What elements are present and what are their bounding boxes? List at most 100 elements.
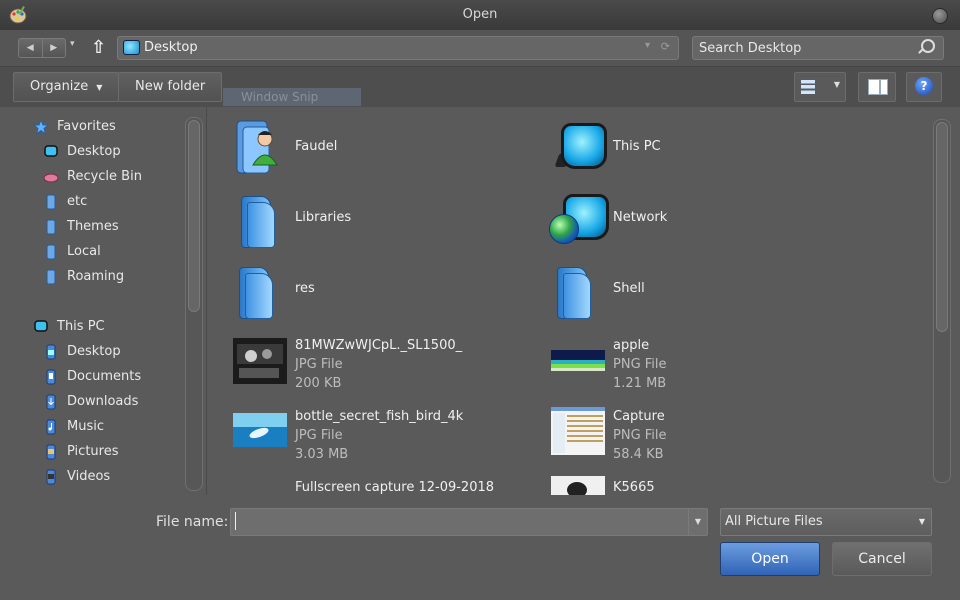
file-type: PNG File bbox=[613, 428, 667, 443]
navigation-pane: Favorites Desktop Recycle Bin etc Themes… bbox=[0, 107, 207, 495]
folder-icon bbox=[46, 219, 56, 235]
search-icon[interactable] bbox=[921, 39, 935, 53]
sidebar-item-label: Downloads bbox=[67, 394, 139, 409]
refresh-icon[interactable]: ⟳ bbox=[661, 40, 670, 53]
list-item-k5665[interactable]: K5665 bbox=[549, 476, 809, 495]
search-box[interactable] bbox=[692, 36, 944, 60]
list-item-apple[interactable]: apple PNG File 1.21 MB bbox=[549, 334, 809, 394]
globe-icon bbox=[549, 214, 579, 244]
network-icon bbox=[549, 188, 609, 248]
file-name: Shell bbox=[613, 281, 645, 296]
back-forward-group: ◀ ▶ bbox=[18, 38, 66, 58]
downloads-folder-icon bbox=[46, 394, 56, 410]
new-folder-button[interactable]: New folder bbox=[118, 72, 223, 102]
change-view-button[interactable]: ▼ bbox=[794, 72, 846, 102]
list-item-fullscreen-capture[interactable]: Fullscreen capture 12-09-2018 bbox=[231, 476, 511, 495]
search-input[interactable] bbox=[699, 39, 909, 57]
file-list: Faudel This PC Libraries Network res She… bbox=[207, 107, 960, 495]
file-name: res bbox=[295, 281, 315, 296]
sidebar-item-label: Desktop bbox=[67, 144, 121, 159]
chevron-down-icon: ▼ bbox=[96, 83, 103, 92]
image-thumbnail bbox=[233, 338, 287, 384]
preview-pane-button[interactable] bbox=[858, 72, 896, 102]
file-type: JPG File bbox=[295, 357, 343, 372]
file-name-combobox[interactable]: ▼ bbox=[230, 508, 708, 536]
desktop-icon bbox=[44, 145, 58, 157]
list-item-bottle-secret[interactable]: bottle_secret_fish_bird_4k JPG File 3.03… bbox=[231, 405, 511, 465]
sidebar-item-label: etc bbox=[67, 194, 88, 209]
list-item-shell[interactable]: Shell bbox=[549, 259, 809, 319]
file-name-label: File name: bbox=[156, 514, 229, 530]
file-size: 3.03 MB bbox=[295, 447, 349, 462]
list-item-faudel[interactable]: Faudel bbox=[231, 117, 491, 177]
file-name: Faudel bbox=[295, 139, 338, 154]
sidebar-item-label: Local bbox=[67, 244, 101, 259]
forward-button[interactable]: ▶ bbox=[41, 39, 66, 57]
help-button[interactable]: ? bbox=[906, 72, 942, 102]
navigation-scrollbar[interactable] bbox=[185, 117, 203, 491]
view-list-icon bbox=[801, 80, 815, 94]
filter-label: All Picture Files bbox=[725, 514, 823, 529]
folder-shape bbox=[235, 190, 283, 248]
file-list-scrollbar[interactable] bbox=[933, 119, 951, 483]
folder-front bbox=[563, 273, 591, 319]
folder-front bbox=[247, 202, 275, 248]
preview-pane-icon bbox=[868, 79, 888, 95]
file-name: apple bbox=[613, 338, 650, 353]
recent-locations-chevron-icon[interactable]: ▾ bbox=[70, 39, 75, 49]
chevron-down-icon[interactable]: ▼ bbox=[688, 509, 707, 535]
folder-shape bbox=[551, 261, 599, 319]
cancel-button[interactable]: Cancel bbox=[832, 542, 932, 576]
address-bar[interactable]: Desktop ▾ ⟳ bbox=[117, 36, 679, 60]
computer-icon bbox=[549, 117, 609, 177]
open-button[interactable]: Open bbox=[720, 542, 820, 576]
command-toolbar: Organize ▼ New folder ▼ ? bbox=[0, 66, 960, 108]
file-type: PNG File bbox=[613, 357, 667, 372]
list-item-res[interactable]: res bbox=[231, 259, 491, 319]
list-item-this-pc[interactable]: This PC bbox=[549, 117, 809, 177]
chevron-down-icon: ▼ bbox=[918, 517, 925, 526]
user-folder-icon bbox=[236, 120, 278, 174]
file-name: Network bbox=[613, 210, 668, 225]
list-item-capture[interactable]: Capture PNG File 58.4 KB bbox=[549, 405, 809, 465]
folder-icon bbox=[231, 259, 291, 319]
desktop-folder-icon bbox=[46, 344, 56, 360]
videos-folder-icon bbox=[46, 469, 56, 485]
image-thumbnail bbox=[551, 350, 605, 371]
sidebar-item-label: Roaming bbox=[67, 269, 125, 284]
folder-icon bbox=[46, 194, 56, 210]
chevron-down-icon[interactable]: ▾ bbox=[645, 40, 650, 51]
pictures-folder-icon bbox=[46, 444, 56, 460]
folder-icon bbox=[549, 259, 609, 319]
up-arrow-button[interactable]: ⇧ bbox=[91, 37, 106, 58]
address-text: Desktop bbox=[144, 40, 198, 55]
list-item-libraries[interactable]: Libraries bbox=[231, 188, 491, 248]
image-thumbnail bbox=[551, 407, 605, 455]
sidebar-item-label: Videos bbox=[67, 469, 111, 484]
monitor-shape bbox=[551, 119, 607, 173]
title-bar: Open bbox=[0, 0, 960, 30]
file-name: Libraries bbox=[295, 210, 352, 225]
sidebar-item-label: Pictures bbox=[67, 444, 119, 459]
list-item-81mwzwwjcpl[interactable]: 81MWZwWJCpL._SL1500_ JPG File 200 KB bbox=[231, 334, 511, 394]
organize-label: Organize bbox=[30, 79, 89, 94]
scrollbar-thumb[interactable] bbox=[936, 122, 948, 332]
scrollbar-thumb[interactable] bbox=[188, 120, 200, 312]
file-size: 200 KB bbox=[295, 376, 342, 391]
file-name: 81MWZwWJCpL._SL1500_ bbox=[295, 338, 463, 353]
folder-shape bbox=[233, 261, 281, 319]
window-title: Open bbox=[462, 7, 498, 22]
folder-icon bbox=[231, 188, 291, 248]
file-name-input[interactable] bbox=[235, 512, 676, 530]
file-type-filter-select[interactable]: All Picture Files ▼ bbox=[720, 508, 932, 536]
file-name: bottle_secret_fish_bird_4k bbox=[295, 409, 464, 424]
sidebar-item-label: Recycle Bin bbox=[67, 169, 142, 184]
sidebar-header-label: Favorites bbox=[57, 119, 116, 134]
close-window-button[interactable] bbox=[932, 8, 948, 24]
file-size: 58.4 KB bbox=[613, 447, 664, 462]
back-button[interactable]: ◀ bbox=[19, 39, 42, 57]
image-thumbnail bbox=[551, 476, 605, 495]
navigation-bar: ◀ ▶ ▾ ⇧ Desktop ▾ ⟳ bbox=[0, 30, 960, 66]
organize-button[interactable]: Organize ▼ bbox=[13, 72, 120, 102]
list-item-network[interactable]: Network bbox=[549, 188, 809, 248]
